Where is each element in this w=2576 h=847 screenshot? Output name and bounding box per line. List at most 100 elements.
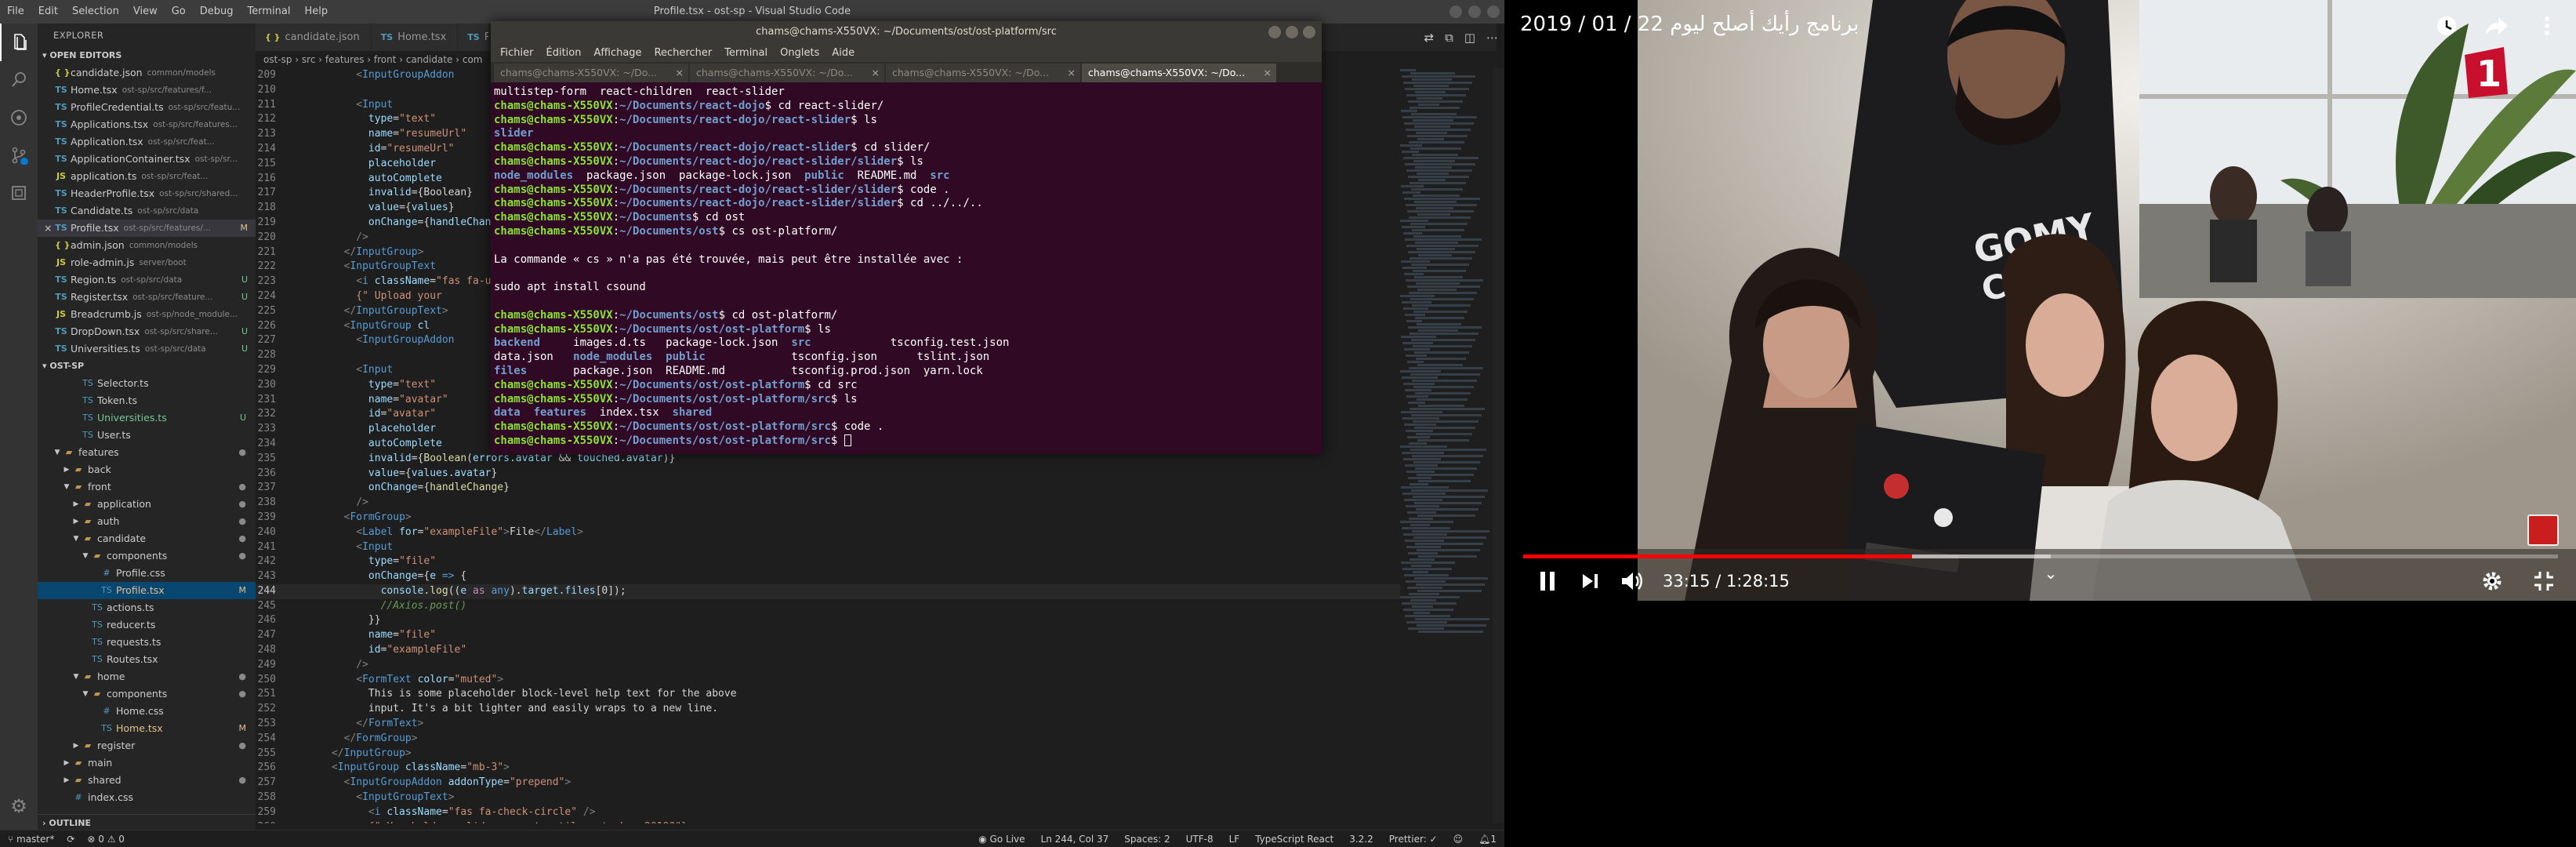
file-tree-item[interactable]: TS Selector.ts (38, 375, 256, 392)
settings-button[interactable] (2471, 563, 2513, 599)
file-tree-item[interactable]: # index.css (38, 789, 256, 806)
ts-version[interactable]: 3.2.2 (1349, 831, 1373, 847)
terminal-menu-item[interactable]: Fichier (494, 47, 540, 59)
outline-header[interactable]: › OUTLINE (38, 814, 256, 831)
file-tree-item[interactable]: TS Universities.ts U (38, 409, 256, 427)
open-editor-item[interactable]: TS Register.tsx ost-sp/src/feature... U (38, 289, 256, 306)
more-options-icon[interactable] (2534, 13, 2560, 39)
compare-icon[interactable]: ⇄ (1424, 31, 1435, 45)
maximize-button[interactable] (1468, 5, 1481, 18)
go-live-button[interactable]: ◉ Go Live (978, 831, 1025, 847)
menu-item-terminal[interactable]: Terminal (241, 0, 298, 24)
editor-tab[interactable]: TS Home.tsx (371, 24, 459, 51)
menu-item-selection[interactable]: Selection (65, 0, 126, 24)
file-tree-item[interactable]: ▶ ▰ main (38, 754, 256, 772)
file-tree-item[interactable]: ▼ ▰ components ● (38, 685, 256, 703)
open-editor-item[interactable]: TS Home.tsx ost-sp/src/features/f... (38, 82, 256, 99)
open-editor-item[interactable]: TS Region.ts ost-sp/src/data U (38, 271, 256, 289)
more-actions-icon[interactable]: ⋯ (1486, 31, 1498, 45)
terminal-tab[interactable]: chams@chams-X550VX: ~/Do... × (1082, 64, 1276, 82)
open-editor-item[interactable]: TS ApplicationContainer.tsx ost-sp/sr... (38, 151, 256, 168)
indentation[interactable]: Spaces: 2 (1124, 831, 1170, 847)
close-icon[interactable]: × (1264, 64, 1272, 82)
debug-icon[interactable] (0, 136, 38, 174)
file-tree-item[interactable]: ▶ ▰ application ● (38, 496, 256, 513)
menu-item-go[interactable]: Go (165, 0, 193, 24)
close-icon[interactable]: × (676, 64, 684, 82)
source-control-icon[interactable] (0, 99, 38, 136)
editor-tab[interactable]: TS Profi (458, 24, 490, 51)
file-tree-item[interactable]: ▼ ▰ features ● (38, 444, 256, 461)
open-editors-header[interactable]: ▾ OPEN EDITORS (38, 47, 256, 64)
file-tree-item[interactable]: ▶ ▰ auth ● (38, 513, 256, 530)
chevron-down-icon[interactable]: ⌄ (2030, 555, 2072, 591)
open-editor-item[interactable]: JS role-admin.js server/boot (38, 254, 256, 271)
file-tree-item[interactable]: ▶ ▰ register ● (38, 737, 256, 754)
next-button[interactable] (1569, 563, 1611, 599)
git-branch[interactable]: ⑂ master* (8, 834, 54, 845)
terminal-maximize-button[interactable] (1286, 26, 1298, 38)
open-editor-item[interactable]: TS HeaderProfile.tsx ost-sp/src/shared... (38, 185, 256, 202)
terminal-menu-item[interactable]: Terminal (718, 47, 774, 59)
problems-count[interactable]: ⊗ 0 ⚠ 0 (87, 834, 125, 845)
file-tree-item[interactable]: TS Home.tsx M (38, 720, 256, 737)
search-icon[interactable] (0, 61, 38, 99)
file-tree-item[interactable]: ▼ ▰ front ● (38, 478, 256, 496)
close-button[interactable] (1487, 5, 1500, 18)
terminal-close-button[interactable] (1303, 26, 1315, 38)
menu-item-edit[interactable]: Edit (31, 0, 65, 24)
terminal-menu-item[interactable]: Aide (825, 47, 861, 59)
language-mode[interactable]: TypeScript React (1255, 831, 1333, 847)
file-tree-item[interactable]: ▼ ▰ home ● (38, 668, 256, 685)
close-icon[interactable]: × (44, 220, 52, 237)
file-tree-item[interactable]: TS Token.ts (38, 392, 256, 409)
file-tree-item[interactable]: # Home.css (38, 703, 256, 720)
file-tree-item[interactable]: ▼ ▰ components ● (38, 547, 256, 565)
notifications-bell[interactable]: 🔔︎1 (1478, 831, 1497, 847)
split-editor-icon[interactable]: ◫ (1464, 31, 1475, 45)
terminal-minimize-button[interactable] (1268, 26, 1281, 38)
line-ending[interactable]: LF (1229, 831, 1240, 847)
terminal-tab[interactable]: chams@chams-X550VX: ~/Do... × (886, 64, 1080, 82)
settings-gear-icon[interactable]: ⚙ (0, 787, 38, 825)
minimize-button[interactable] (1449, 5, 1462, 18)
file-tree-item[interactable]: TS actions.ts (38, 599, 256, 616)
editor-scrollbar[interactable] (1493, 68, 1504, 823)
open-editor-item[interactable]: TS DropDown.tsx ost-sp/src/share... U (38, 323, 256, 340)
file-tree-item[interactable]: ▼ ▰ candidate ● (38, 530, 256, 547)
menu-item-view[interactable]: View (126, 0, 165, 24)
channel-watermark-icon[interactable] (2527, 514, 2559, 546)
share-icon[interactable] (2483, 13, 2510, 39)
terminal-tab[interactable]: chams@chams-X550VX: ~/Do... × (494, 64, 688, 82)
terminal-output[interactable]: multistep-form react-children react-slid… (491, 82, 1322, 452)
menu-item-debug[interactable]: Debug (193, 0, 241, 24)
open-editor-item[interactable]: TS Applications.tsx ost-sp/src/features... (38, 116, 256, 133)
open-editor-item[interactable]: TS Application.tsx ost-sp/src/feat... (38, 133, 256, 151)
watch-later-icon[interactable] (2433, 13, 2460, 39)
file-tree-item[interactable]: ▶ ▰ back (38, 461, 256, 478)
exit-fullscreen-button[interactable] (2523, 563, 2565, 599)
terminal-menu-item[interactable]: Affichage (587, 47, 648, 59)
pause-button[interactable] (1526, 563, 1569, 599)
open-editor-item[interactable]: JS application.ts ost-sp/src/feat... (38, 168, 256, 185)
file-tree-item[interactable]: TS User.ts (38, 427, 256, 444)
video-frame[interactable]: GOMY CODE 1 (1638, 0, 2576, 601)
extensions-icon[interactable] (0, 174, 38, 212)
open-editor-item[interactable]: { } candidate.json common/models (38, 64, 256, 82)
prettier-status[interactable]: Prettier: ✓ (1389, 831, 1438, 847)
open-editor-item[interactable]: { } admin.json common/models (38, 237, 256, 254)
terminal-menu-item[interactable]: Rechercher (648, 47, 719, 59)
file-tree-item[interactable]: TS reducer.ts (38, 616, 256, 634)
cursor-position[interactable]: Ln 244, Col 37 (1041, 831, 1109, 847)
open-preview-icon[interactable]: ⧉ (1445, 31, 1453, 45)
open-editor-item[interactable]: TS Universities.ts ost-sp/src/data U (38, 340, 256, 358)
project-header[interactable]: ▾ OST-SP (38, 358, 256, 375)
video-player[interactable]: GOMY CODE 1 (1504, 0, 2576, 847)
close-icon[interactable]: × (872, 64, 880, 82)
file-tree-item[interactable]: ▶ ▰ shared ● (38, 772, 256, 789)
encoding[interactable]: UTF-8 (1186, 831, 1214, 847)
feedback-icon[interactable]: ☺ (1453, 831, 1464, 847)
menu-item-file[interactable]: File (0, 0, 31, 24)
file-tree-item[interactable]: # Profile.css (38, 565, 256, 582)
sync-icon[interactable]: ⟳ (67, 834, 74, 845)
